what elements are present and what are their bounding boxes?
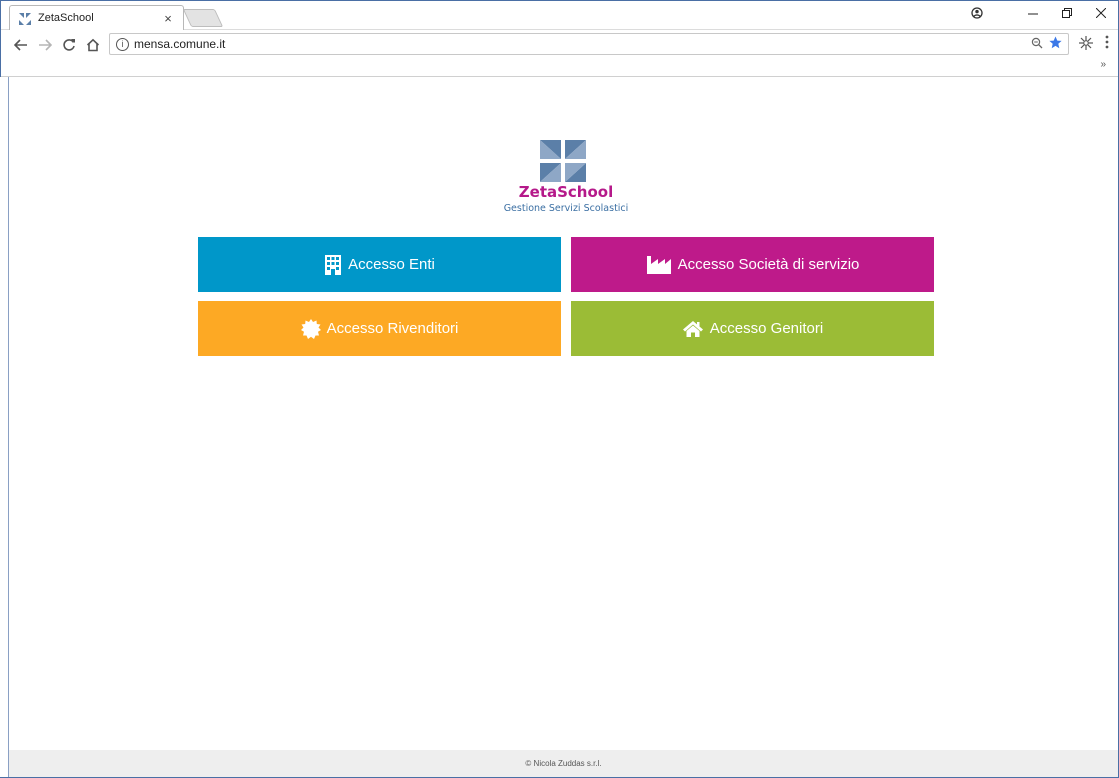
brand-tagline: Gestione Servizi Scolastici (503, 203, 629, 214)
home-icon[interactable] (81, 33, 105, 57)
arrow-left-icon[interactable] (9, 33, 33, 57)
zetaschool-favicon-icon (18, 11, 32, 25)
brand-name: ZetaSchool (518, 183, 614, 201)
accesso-rivenditori-button[interactable]: Accesso Rivenditori (198, 301, 561, 356)
info-icon[interactable]: i (116, 37, 129, 51)
certificate-icon (300, 318, 321, 339)
page-footer: © Nicola Zuddas s.r.l. (8, 750, 1118, 777)
omnibox-actions (1031, 36, 1062, 53)
zoom-icon[interactable] (1031, 37, 1043, 52)
accesso-genitori-button[interactable]: Accesso Genitori (571, 301, 934, 356)
tile-label: Accesso Rivenditori (326, 320, 459, 337)
home-icon (682, 320, 704, 338)
building-icon (324, 254, 342, 276)
url-text[interactable]: mensa.comune.it (134, 37, 1031, 51)
kebab-menu-icon[interactable] (1100, 35, 1114, 55)
accesso-enti-button[interactable]: Accesso Enti (198, 237, 561, 292)
browser-toolbar: i mensa.comune.it (1, 30, 1118, 59)
close-window-icon[interactable] (1084, 1, 1118, 25)
window-controls (960, 1, 1118, 25)
window-left-edge (0, 77, 8, 777)
tile-label: Accesso Società di servizio (677, 256, 860, 273)
star-icon[interactable] (1049, 36, 1062, 53)
copyright-text: © Nicola Zuddas s.r.l. (525, 759, 602, 768)
tab-title: ZetaSchool (38, 12, 94, 24)
close-tab-icon[interactable]: × (161, 11, 175, 26)
tile-label: Accesso Enti (348, 256, 435, 273)
tab-strip: ZetaSchool × (1, 1, 1118, 30)
profile-icon[interactable] (960, 1, 994, 25)
new-tab-button[interactable] (182, 9, 224, 27)
bookmarks-overflow-button[interactable]: » (1100, 59, 1106, 70)
bookmark-bar: » (1, 59, 1118, 77)
reload-icon[interactable] (57, 33, 81, 57)
zetaschool-logo-icon (536, 138, 590, 184)
extension-icon[interactable] (1076, 35, 1096, 55)
restore-icon[interactable] (1050, 1, 1084, 25)
tile-label: Accesso Genitori (709, 320, 824, 337)
accesso-societa-button[interactable]: Accesso Società di servizio (571, 237, 934, 292)
browser-tab[interactable]: ZetaSchool × (9, 5, 184, 30)
address-bar[interactable]: i mensa.comune.it (109, 33, 1069, 55)
minimize-icon[interactable] (1016, 1, 1050, 25)
arrow-right-icon[interactable] (33, 33, 57, 57)
factory-icon (646, 255, 672, 275)
